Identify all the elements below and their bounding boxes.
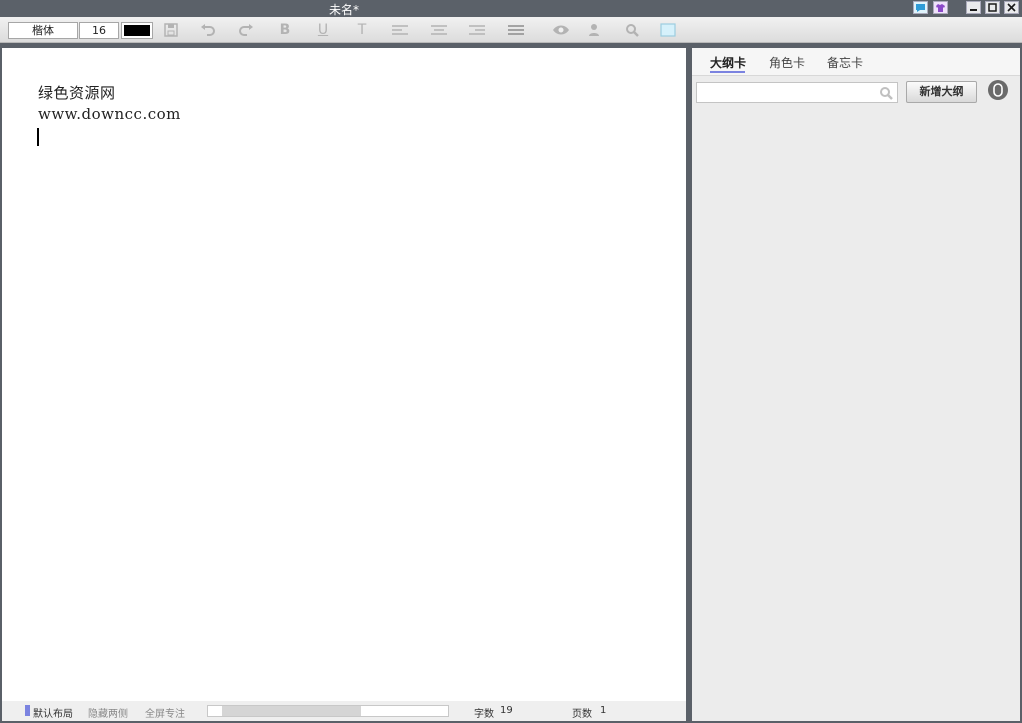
format-toolbar: 楷体 16 B U T xyxy=(0,17,1022,43)
close-button[interactable] xyxy=(1004,1,1019,14)
underline-icon[interactable]: U xyxy=(313,21,333,39)
align-left-icon[interactable] xyxy=(390,21,410,39)
tab-memo-card[interactable]: 备忘卡 xyxy=(827,54,863,71)
status-bar: 默认布局 隐藏两侧 全屏专注 字数 19 页数 1 xyxy=(2,701,686,721)
progress-fill xyxy=(222,706,362,716)
frame-icon[interactable] xyxy=(658,21,678,39)
preview-icon[interactable] xyxy=(551,21,571,39)
tab-outline-card[interactable]: 大纲卡 xyxy=(710,54,746,71)
save-icon[interactable] xyxy=(161,21,181,39)
chat-icon[interactable] xyxy=(913,1,928,14)
align-center-icon[interactable] xyxy=(429,21,449,39)
sidebar-tabs: 大纲卡 角色卡 备忘卡 xyxy=(692,48,1020,76)
window-title: 未名* xyxy=(328,3,359,17)
tab-character-card[interactable]: 角色卡 xyxy=(769,54,805,71)
page-count-value: 1 xyxy=(600,705,607,716)
redo-icon[interactable] xyxy=(236,21,256,39)
active-tab-underline xyxy=(710,71,745,73)
align-right-icon[interactable] xyxy=(467,21,487,39)
card-sidebar: 大纲卡 角色卡 备忘卡 新增大纲 xyxy=(692,48,1020,701)
maximize-button[interactable] xyxy=(985,1,1000,14)
editor-line-2: www.downcc.com xyxy=(38,105,181,123)
font-family-select[interactable]: 楷体 xyxy=(8,22,78,39)
font-size-select[interactable]: 16 xyxy=(79,22,119,39)
sidebar-footer xyxy=(692,701,1020,721)
text-editor[interactable]: 绿色资源网 www.downcc.com xyxy=(2,48,686,701)
progress-bar xyxy=(207,705,449,717)
text-caret xyxy=(37,128,39,146)
search-magnifier-icon xyxy=(880,87,893,100)
active-layout-indicator xyxy=(25,705,30,716)
undo-icon[interactable] xyxy=(198,21,218,39)
text-color-swatch xyxy=(124,25,150,36)
hide-sides-button[interactable]: 隐藏两侧 xyxy=(88,705,128,720)
outline-search-input[interactable] xyxy=(696,82,898,103)
add-outline-button[interactable]: 新增大纲 xyxy=(906,81,977,103)
word-count-label: 字数 xyxy=(474,709,494,720)
user-icon[interactable] xyxy=(584,21,604,39)
justify-icon[interactable] xyxy=(506,21,526,39)
minimize-button[interactable] xyxy=(966,1,981,14)
fullscreen-focus-button[interactable]: 全屏专注 xyxy=(145,705,185,720)
word-count-value: 19 xyxy=(500,705,513,716)
attachment-icon[interactable] xyxy=(988,80,1008,100)
bold-icon[interactable]: B xyxy=(275,21,295,39)
text-color-picker[interactable] xyxy=(121,22,153,39)
title-bar: 未名* xyxy=(0,0,1022,17)
editor-line-1: 绿色资源网 xyxy=(38,84,116,102)
search-icon[interactable] xyxy=(622,21,642,39)
skin-icon[interactable] xyxy=(933,1,948,14)
page-count-label: 页数 xyxy=(572,709,592,720)
text-style-icon[interactable]: T xyxy=(352,21,372,39)
default-layout-button[interactable]: 默认布局 xyxy=(33,705,73,720)
